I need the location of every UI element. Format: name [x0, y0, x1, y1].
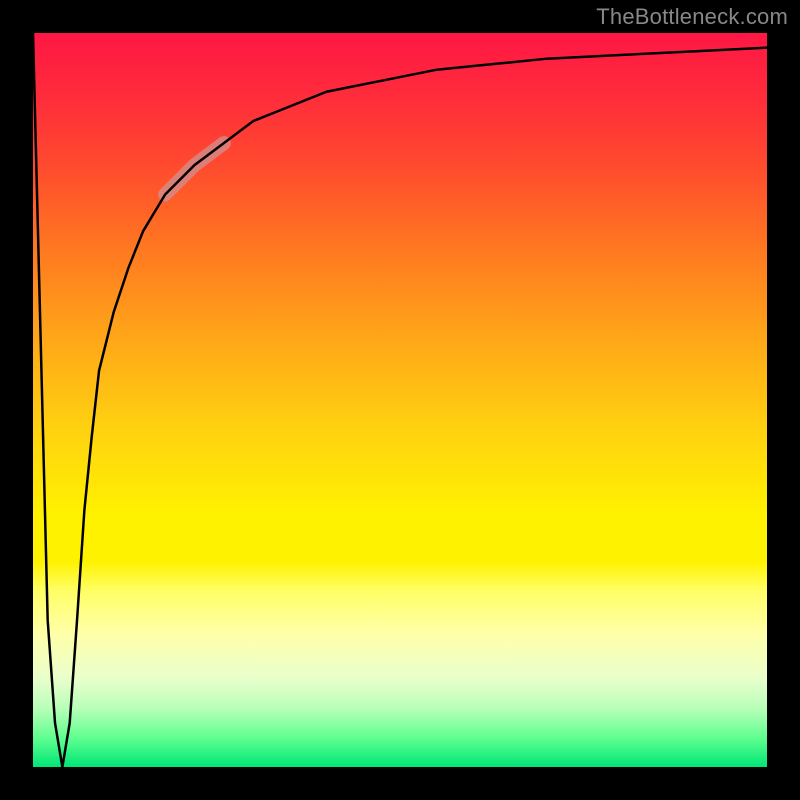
attribution-text: TheBottleneck.com [596, 4, 788, 30]
chart-svg [33, 33, 767, 767]
bottleneck-curve [33, 33, 767, 767]
